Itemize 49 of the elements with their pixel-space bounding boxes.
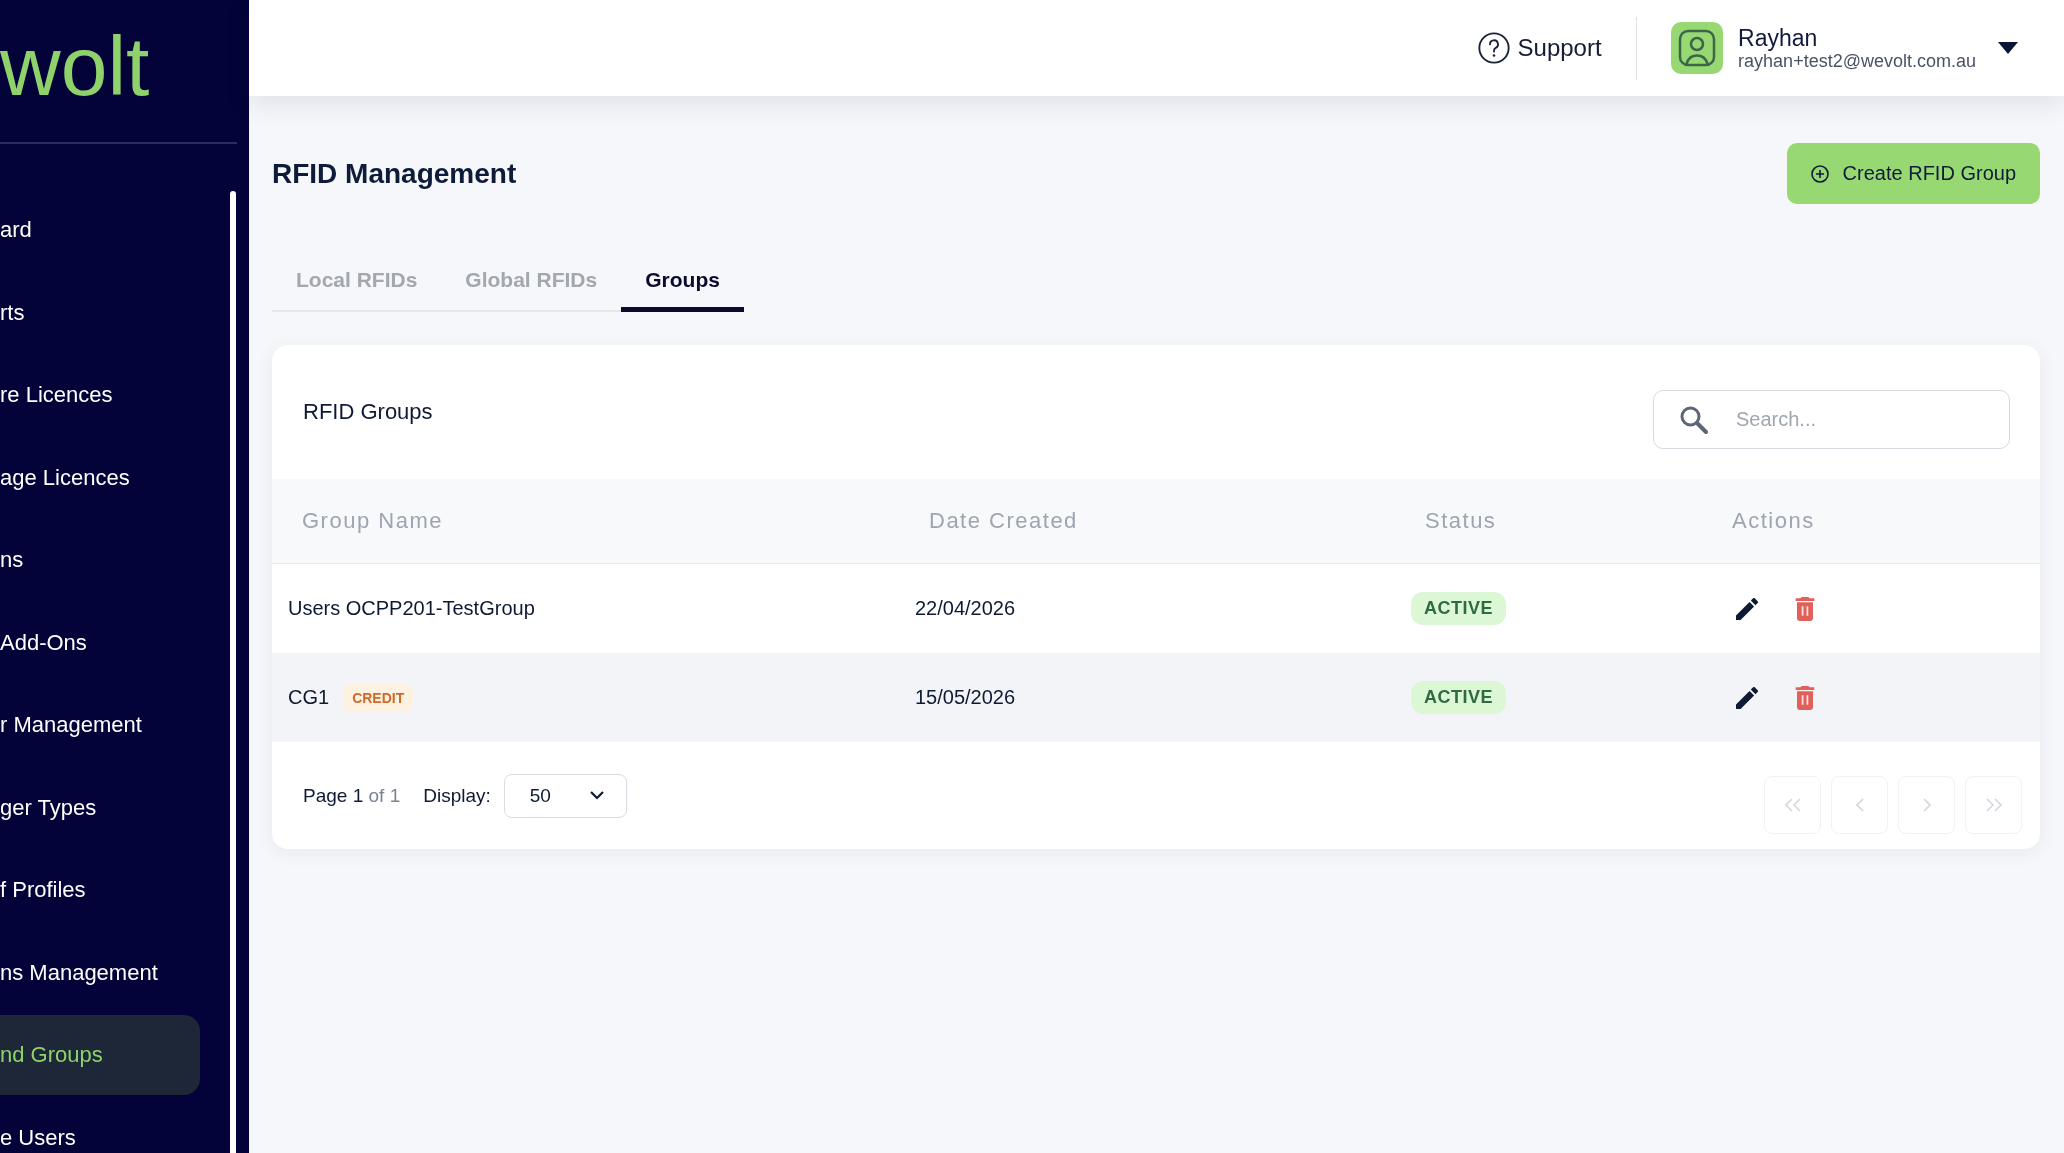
- table-cell: CG1: [288, 686, 330, 709]
- trash-icon[interactable]: [1795, 685, 1815, 710]
- column-header: Status: [1424, 508, 1498, 534]
- card-title: RFID Groups: [303, 399, 433, 425]
- create-group-button[interactable]: Create RFID Group: [1786, 143, 2040, 204]
- user-name: Rayhan: [1738, 25, 1819, 51]
- column-header: Date Created: [928, 508, 1079, 534]
- chevron-right-icon: [1922, 797, 1931, 812]
- table-cell: 15/05/2026: [915, 686, 1016, 709]
- nav-item[interactable]: re Licences: [0, 355, 200, 435]
- search-field[interactable]: Search...: [1653, 390, 2010, 449]
- support-button[interactable]: Support: [1477, 32, 1602, 64]
- nav-item[interactable]: ns Management: [0, 932, 200, 1013]
- tab[interactable]: Groups: [621, 248, 744, 312]
- page-title: RFID Management: [272, 157, 517, 190]
- plus-circle-icon: [1810, 164, 1829, 183]
- avatar-icon[interactable]: [1671, 22, 1724, 74]
- status-badge: ACTIVE: [1411, 681, 1506, 714]
- nav-item[interactable]: ger Types: [0, 767, 200, 848]
- trash-icon[interactable]: [1795, 596, 1815, 621]
- edit-icon[interactable]: [1736, 597, 1758, 620]
- double-chevron-right-icon: [1985, 797, 2002, 812]
- edit-icon[interactable]: [1736, 686, 1758, 709]
- type-badge: CREDIT: [343, 683, 414, 712]
- user-email: rayhan+test2@wevolt.com.au: [1738, 50, 1976, 71]
- nav-item[interactable]: Add-Ons: [0, 602, 200, 683]
- status-badge: ACTIVE: [1411, 592, 1506, 625]
- nav-item[interactable]: e Users: [0, 1097, 200, 1153]
- search-icon: [1679, 405, 1708, 434]
- scrollbar[interactable]: [230, 191, 236, 1153]
- column-header: Group Name: [301, 508, 444, 534]
- double-chevron-left-icon: [1784, 797, 1801, 812]
- nav-item[interactable]: rts: [0, 272, 200, 353]
- chevron-left-icon: [1855, 797, 1864, 812]
- nav-item[interactable]: ard: [0, 190, 200, 270]
- table-cell: Users OCPP201-TestGroup: [288, 597, 535, 620]
- nav-item[interactable]: f Profiles: [0, 850, 200, 930]
- column-header: Actions: [1731, 508, 1816, 534]
- help-icon: [1477, 32, 1510, 64]
- page-size-select[interactable]: 50: [503, 773, 627, 818]
- chevron-down-icon: [589, 791, 604, 800]
- display-label: Display:: [423, 784, 491, 807]
- nav-item[interactable]: nd Groups: [0, 1015, 200, 1095]
- caret-icon[interactable]: [1998, 42, 2018, 54]
- nav-item[interactable]: r Management: [0, 685, 200, 765]
- nav-item[interactable]: ns: [0, 520, 200, 600]
- page-indicator: Page 1 of 1: [303, 784, 401, 807]
- nav-item[interactable]: age Licences: [0, 437, 200, 518]
- table-cell: 22/04/2026: [915, 597, 1016, 620]
